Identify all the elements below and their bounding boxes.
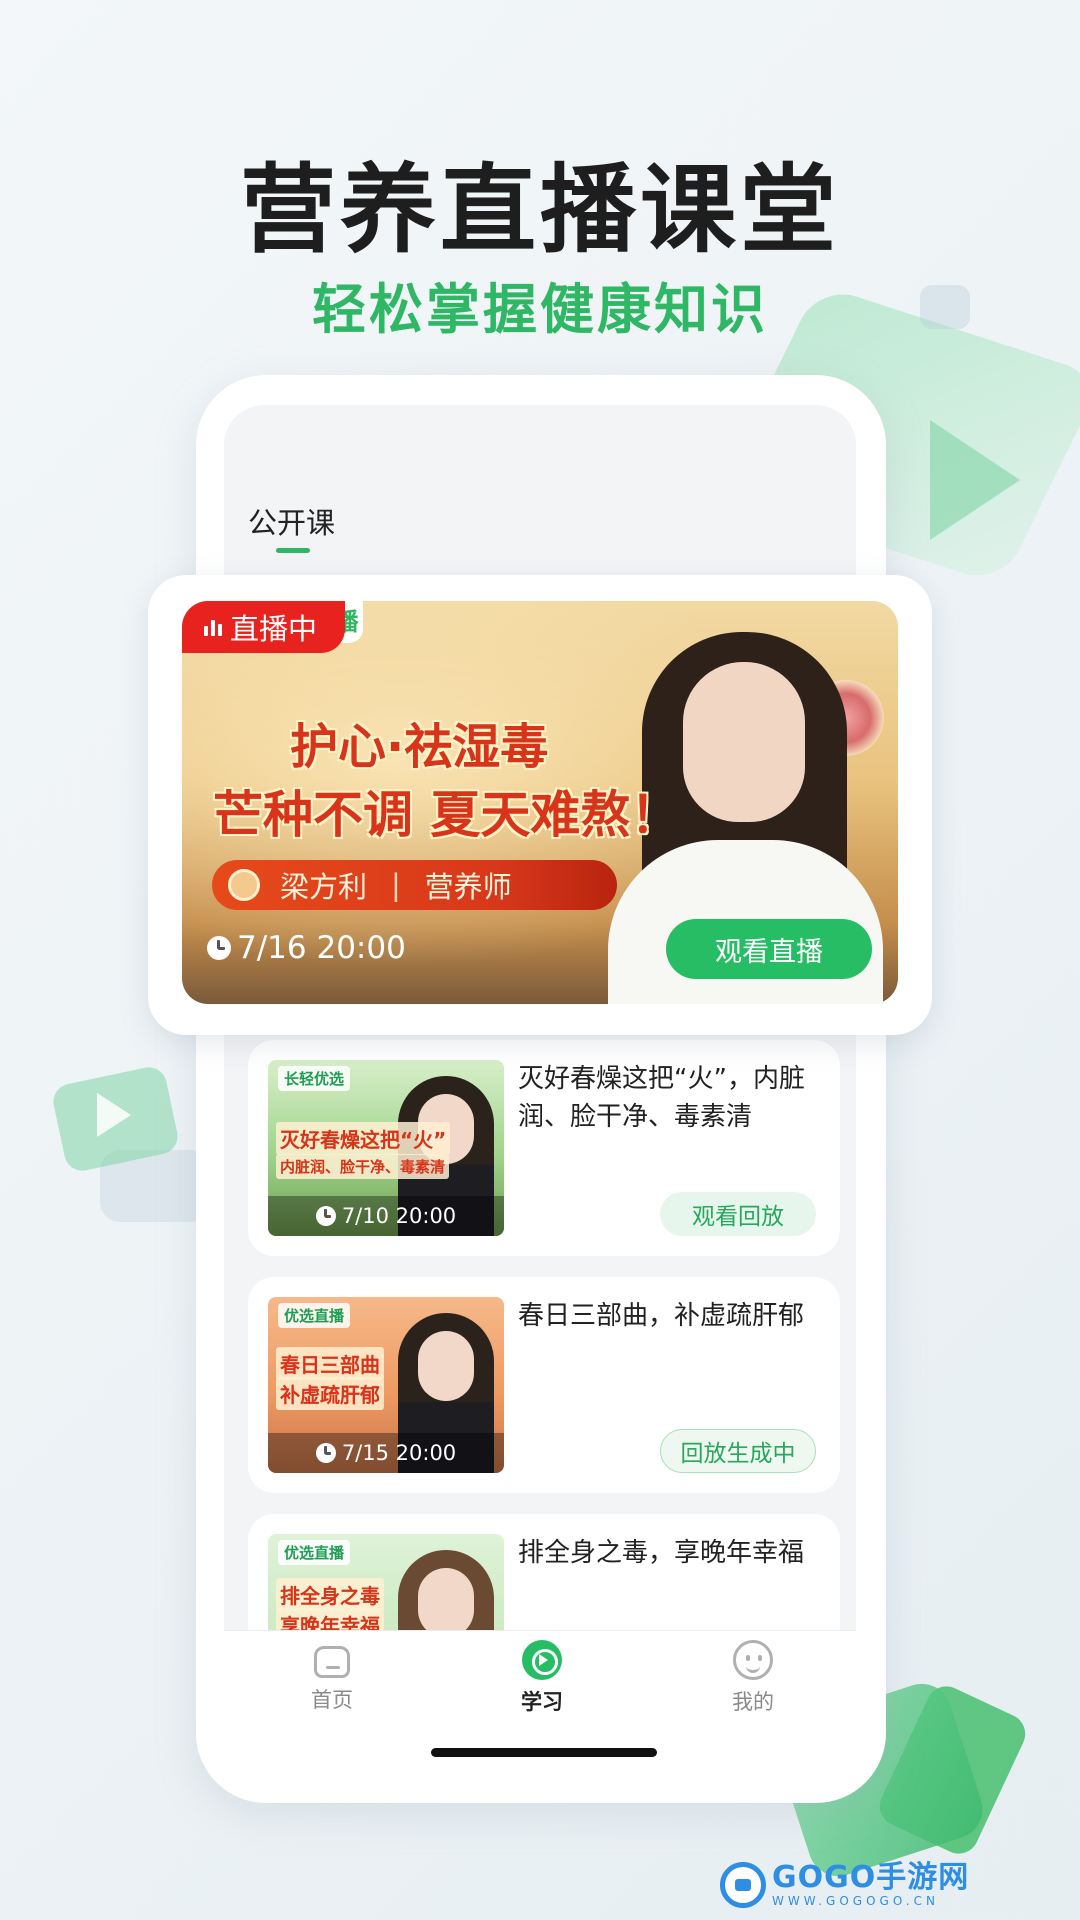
clock-icon <box>207 936 231 960</box>
hero-title: 营养直播课堂 <box>240 154 840 266</box>
speaker-separator: | <box>391 868 401 902</box>
tab-open-course[interactable]: 公开课 <box>248 500 335 542</box>
live-status-text: 直播中 <box>230 612 318 646</box>
replay-generating-button[interactable]: 回放生成中 <box>660 1429 816 1473</box>
banner-headline: 护心·祛湿毒 <box>290 719 549 775</box>
course-thumbnail: 优选直播 排全身之毒 享晚年幸福 <box>268 1534 504 1630</box>
watermark-name: GOGO手游网 <box>772 1860 970 1895</box>
decorative-chat-icon <box>920 285 970 329</box>
course-card[interactable]: 长轻优选 灭好春燥这把“火” 内脏润、脸干净、毒素清 7/10 20:00 灭好… <box>248 1040 840 1256</box>
clock-icon <box>315 1206 336 1226</box>
course-thumbnail: 优选直播 春日三部曲 补虚疏肝郁 7/15 20:00 <box>268 1297 504 1473</box>
thumbnail-time-text: 7/15 20:00 <box>341 1441 457 1465</box>
watch-replay-button[interactable]: 观看回放 <box>660 1192 816 1236</box>
thumbnail-headline: 灭好春燥这把“火” <box>276 1122 451 1155</box>
thumbnail-subheadline: 内脏润、脸干净、毒素清 <box>276 1154 450 1179</box>
presenter-face <box>683 662 805 822</box>
clock-icon <box>315 1443 336 1463</box>
watermark: GOGO手游网 WWW.GOGOGO.CN <box>720 1860 969 1910</box>
nav-learn[interactable]: 学习 <box>492 1640 592 1716</box>
thumbnail-subheadline: 享晚年幸福 <box>276 1608 384 1630</box>
thumbnail-time: 7/10 20:00 <box>268 1196 504 1236</box>
nav-learn-label: 学习 <box>521 1690 563 1714</box>
live-time-text: 7/16 20:00 <box>237 930 406 966</box>
live-bars-icon <box>204 618 222 636</box>
tab-active-indicator <box>276 548 310 553</box>
presenter-face <box>418 1331 474 1401</box>
presenter-face <box>418 1568 474 1630</box>
course-card[interactable]: 优选直播 春日三部曲 补虚疏肝郁 7/15 20:00 春日三部曲，补虚疏肝郁 … <box>248 1277 840 1493</box>
watch-live-button[interactable]: 观看直播 <box>666 919 872 979</box>
thumbnail-tag: 长轻优选 <box>278 1066 351 1091</box>
home-indicator[interactable] <box>431 1748 657 1757</box>
thumbnail-headline: 春日三部曲 <box>276 1347 384 1380</box>
thumbnail-time-text: 7/10 20:00 <box>341 1204 457 1228</box>
home-icon <box>314 1646 350 1678</box>
smiley-icon <box>733 1640 773 1680</box>
course-title[interactable]: 排全身之毒，享晚年幸福 <box>518 1534 823 1572</box>
course-title[interactable]: 春日三部曲，补虚疏肝郁 <box>518 1297 823 1335</box>
nav-home[interactable]: 首页 <box>282 1640 382 1714</box>
thumbnail-time: 7/15 20:00 <box>268 1433 504 1473</box>
thumbnail-headline: 排全身之毒 <box>276 1578 384 1611</box>
thumbnail-subheadline: 补虚疏肝郁 <box>276 1377 384 1410</box>
course-card[interactable]: 优选直播 排全身之毒 享晚年幸福 排全身之毒，享晚年幸福 <box>248 1514 840 1630</box>
thumbnail-tag: 优选直播 <box>278 1540 351 1565</box>
decorative-play-icon <box>930 420 1020 540</box>
watermark-logo-icon <box>720 1862 766 1908</box>
live-time: 7/16 20:00 <box>207 930 406 966</box>
decorative-play-icon-left <box>97 1093 131 1137</box>
speaker-name: 梁方利 <box>280 870 368 904</box>
speaker-bar: 梁方利 | 营养师 <box>212 860 617 910</box>
watermark-url: WWW.GOGOGO.CN <box>772 1894 939 1908</box>
thumbnail-tag: 优选直播 <box>278 1303 351 1328</box>
banner-subheadline: 芒种不调 夏天难熬！ <box>213 786 681 844</box>
nav-me[interactable]: 我的 <box>703 1640 803 1716</box>
medal-icon <box>228 869 260 901</box>
course-thumbnail: 长轻优选 灭好春燥这把“火” 内脏润、脸干净、毒素清 7/10 20:00 <box>268 1060 504 1236</box>
nav-me-label: 我的 <box>732 1690 774 1714</box>
live-status-badge: 直播中 <box>182 601 345 653</box>
speaker-role: 营养师 <box>424 870 512 904</box>
course-title[interactable]: 灭好春燥这把“火”，内脏润、脸干净、毒素清 <box>518 1060 823 1136</box>
play-circle-icon <box>522 1640 562 1680</box>
nav-home-label: 首页 <box>311 1688 353 1712</box>
